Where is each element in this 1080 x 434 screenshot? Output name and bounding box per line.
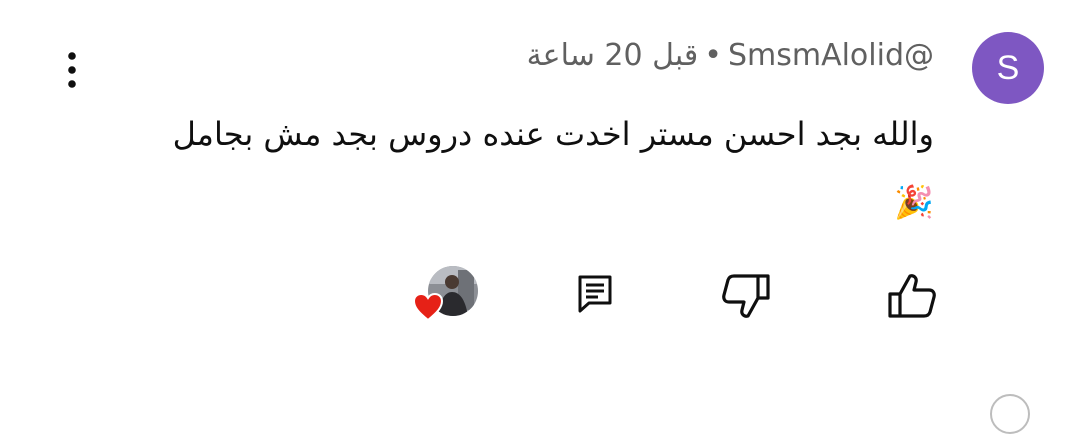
heart-icon (412, 292, 444, 322)
thumb-up-icon (888, 274, 936, 318)
more-options-button[interactable] (58, 50, 86, 90)
more-vert-icon (68, 52, 76, 88)
creator-heart-badge (412, 266, 478, 324)
meta-separator: • (704, 38, 722, 73)
author-avatar-initial: S (996, 48, 1020, 87)
dislike-button[interactable] (720, 272, 772, 320)
comment-header: @SmsmAlolid•قبل 20 ساعة (527, 38, 934, 73)
like-button[interactable] (886, 272, 938, 320)
comment-timestamp: قبل 20 ساعة (526, 38, 699, 73)
author-handle[interactable]: @SmsmAlolid (728, 38, 934, 73)
comment-text: والله بجد احسن مستر اخدت عنده دروس بجد م… (172, 115, 934, 221)
reply-button[interactable] (574, 272, 618, 316)
next-comment-avatar[interactable] (990, 394, 1030, 434)
comment-icon (578, 275, 612, 313)
thumb-down-icon (722, 274, 770, 318)
author-avatar[interactable]: S (972, 32, 1044, 104)
